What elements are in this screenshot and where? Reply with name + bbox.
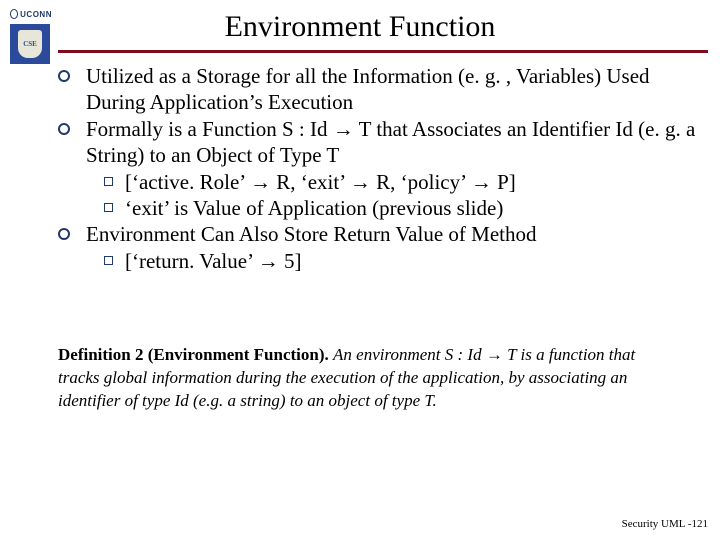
disc-bullet-icon: [58, 70, 70, 82]
definition-block: Definition 2 (Environment Function). An …: [58, 344, 678, 413]
sub-bullet-text: [‘return. Value’ → 5]: [125, 249, 302, 275]
bullet-item: Formally is a Function S : Id → T that A…: [58, 117, 698, 168]
slide: UCONN CSE Environment Function Utilized …: [0, 0, 720, 540]
sub-bullet-item: ‘exit’ is Value of Application (previous…: [104, 196, 698, 222]
footer-text: Security UML -121: [622, 518, 708, 530]
sub-bullet-item: [‘return. Value’ → 5]: [104, 249, 698, 275]
disc-bullet-icon: [58, 228, 70, 240]
square-bullet-icon: [104, 203, 113, 212]
bullet-text: Utilized as a Storage for all the Inform…: [86, 64, 698, 115]
definition-signature: S : Id → T: [445, 345, 516, 364]
bullet-item: Utilized as a Storage for all the Inform…: [58, 64, 698, 115]
bullet-text: Environment Can Also Store Return Value …: [86, 222, 698, 248]
sub-bullet-text: [‘active. Role’ → R, ‘exit’ → R, ‘policy…: [125, 170, 516, 196]
square-bullet-icon: [104, 177, 113, 186]
disc-bullet-icon: [58, 123, 70, 135]
definition-heading: Definition 2 (Environment Function).: [58, 345, 329, 364]
square-bullet-icon: [104, 256, 113, 265]
sub-bullet-item: [‘active. Role’ → R, ‘exit’ → R, ‘policy…: [104, 170, 698, 196]
sub-bullet-text: ‘exit’ is Value of Application (previous…: [125, 196, 503, 222]
bullet-item: Environment Can Also Store Return Value …: [58, 222, 698, 248]
definition-pre: An environment: [333, 345, 445, 364]
title-rule: [58, 50, 708, 53]
bullet-text: Formally is a Function S : Id → T that A…: [86, 117, 698, 168]
slide-title: Environment Function: [0, 10, 720, 44]
content-area: Utilized as a Storage for all the Inform…: [58, 64, 698, 275]
